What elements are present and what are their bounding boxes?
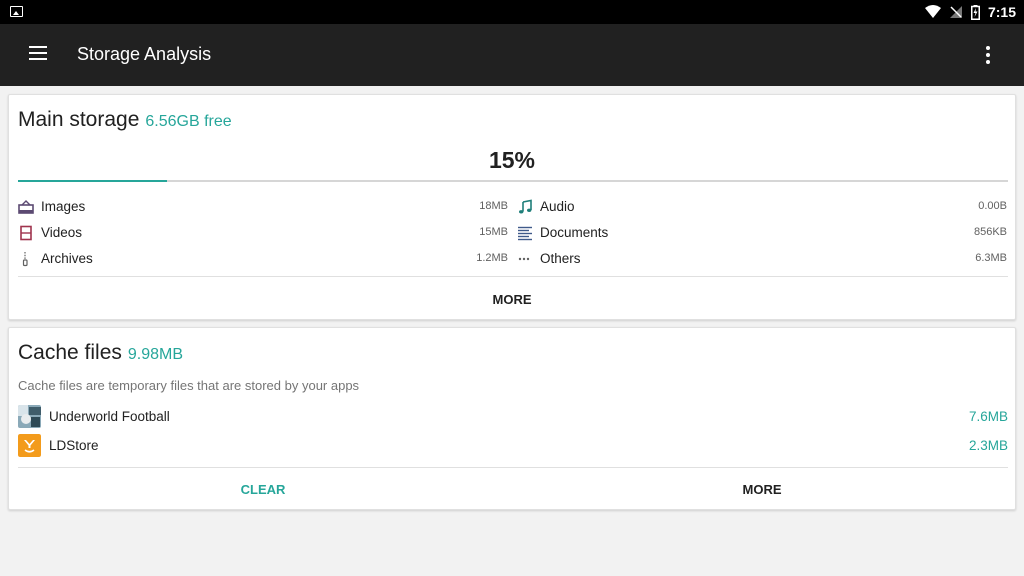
storage-progress-fill <box>18 180 167 182</box>
cache-app-name: Underworld Football <box>49 409 170 424</box>
category-name: Documents <box>540 225 609 240</box>
category-audio[interactable]: Audio 0.00B <box>517 197 1007 217</box>
gallery-notification-icon <box>10 6 23 17</box>
cache-app-name: LDStore <box>49 438 99 453</box>
category-images[interactable]: Images 18MB <box>18 197 508 217</box>
ldstore-app-icon <box>18 434 41 457</box>
category-name: Videos <box>41 225 83 240</box>
no-signal-icon <box>949 6 962 18</box>
archive-zip-icon <box>22 252 28 267</box>
status-right: 7:15 <box>924 0 1016 24</box>
more-options-icon[interactable] <box>985 46 991 64</box>
wifi-icon <box>924 5 941 18</box>
more-horizontal-icon <box>518 257 530 261</box>
cache-description: Cache files are temporary files that are… <box>18 378 360 393</box>
main-storage-title: Main storage <box>18 108 140 131</box>
category-name: Images <box>41 199 86 214</box>
cache-files-size: 9.98MB <box>127 346 184 363</box>
cache-app-size: 2.3MB <box>968 438 1008 453</box>
image-icon <box>18 200 34 214</box>
main-storage-heading: Main storage 6.56GB free <box>18 108 232 132</box>
main-storage-more-button[interactable]: MORE <box>9 292 1015 307</box>
category-archives[interactable]: Archives 1.2MB <box>18 249 508 269</box>
battery-charging-icon <box>970 4 980 20</box>
category-size: 18MB <box>479 200 508 212</box>
category-documents[interactable]: Documents 856KB <box>517 223 1007 243</box>
cache-files-heading: Cache files 9.98MB <box>18 341 183 365</box>
category-name: Audio <box>540 199 575 214</box>
clear-cache-button[interactable]: CLEAR <box>18 482 508 497</box>
cache-more-button[interactable]: MORE <box>517 482 1007 497</box>
category-name: Archives <box>41 251 93 266</box>
cache-files-title: Cache files <box>18 341 122 364</box>
category-name: Others <box>540 251 581 266</box>
cache-app-size: 7.6MB <box>968 409 1008 424</box>
page-title: Storage Analysis <box>77 44 212 64</box>
status-bar: 7:15 <box>0 0 1024 24</box>
category-size: 1.2MB <box>476 252 508 264</box>
main-storage-card: Main storage 6.56GB free 15% Images 18MB … <box>8 94 1016 320</box>
category-size: 0.00B <box>978 200 1007 212</box>
storage-progress-bar <box>18 180 1008 182</box>
hamburger-menu-icon[interactable] <box>29 46 47 60</box>
divider <box>18 467 1008 468</box>
cache-app-row[interactable]: LDStore 2.3MB <box>18 434 1008 458</box>
category-size: 6.3MB <box>975 252 1007 264</box>
document-lines-icon <box>518 226 532 241</box>
category-size: 15MB <box>479 226 508 238</box>
underworld-football-app-icon <box>18 405 41 428</box>
storage-used-percent: 15% <box>488 147 536 173</box>
category-size: 856KB <box>973 226 1007 238</box>
category-others[interactable]: Others 6.3MB <box>517 249 1007 269</box>
main-storage-free: 6.56GB free <box>145 113 232 130</box>
app-bar: Storage Analysis <box>0 24 1024 86</box>
category-videos[interactable]: Videos 15MB <box>18 223 508 243</box>
music-note-icon <box>519 199 532 214</box>
cache-app-row[interactable]: Underworld Football 7.6MB <box>18 405 1008 429</box>
cache-files-card: Cache files 9.98MB Cache files are tempor… <box>8 327 1016 510</box>
divider <box>18 276 1008 277</box>
film-icon <box>20 225 32 241</box>
clock: 7:15 <box>987 4 1016 20</box>
